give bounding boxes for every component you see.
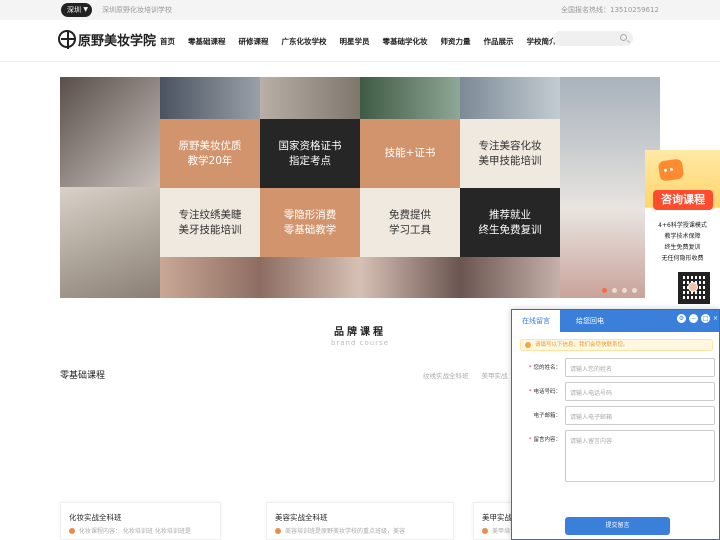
carousel-dots	[602, 288, 642, 293]
consult-line: 终生免费复训	[664, 244, 701, 251]
feature-tile: 专注纹绣美睫 美牙技能培训	[160, 188, 260, 257]
close-icon[interactable]: ×	[711, 314, 720, 323]
search-icon[interactable]	[620, 34, 627, 41]
nav-item-teachers[interactable]: 师资力量	[441, 36, 471, 47]
search-input[interactable]	[553, 31, 633, 46]
consult-lines: 4+6科学授课模式 教学技术保障 终生免费复训 无任何隐形收费	[645, 220, 720, 264]
site-header: 原野美妆学院 首页 零基础课程 研修课程 广东化妆学校 明星学员 零基础学化妆 …	[0, 20, 720, 62]
consult-line: 4+6科学授课模式	[658, 222, 707, 229]
feature-tiles: 原野美妆优质 教学20年 国家资格证书 指定考点 技能+证书 专注美容化妆 美甲…	[160, 119, 560, 257]
city-selector[interactable]: 深圳 ▼	[61, 3, 92, 17]
nav-item-guangdong-school[interactable]: 广东化妆学校	[282, 36, 327, 47]
minimize-icon[interactable]: −	[689, 314, 698, 323]
banner-photo	[260, 77, 360, 119]
feature-tile: 国家资格证书 指定考点	[260, 119, 360, 188]
main-nav: 首页 零基础课程 研修课程 广东化妆学校 明星学员 零基础学化妆 师资力量 作品…	[160, 36, 570, 47]
qr-code	[676, 270, 712, 310]
hotline-text: 全国报名热线：13510259612	[561, 6, 659, 14]
consult-line: 教学技术保障	[664, 233, 701, 240]
nav-item-star-students[interactable]: 明星学员	[340, 36, 370, 47]
feature-tile: 免费提供 学习工具	[360, 188, 460, 257]
field-label: 电子邮箱：	[533, 413, 561, 419]
avatar	[688, 282, 698, 292]
message-textarea[interactable]: 请输入留言内容	[565, 430, 715, 482]
carousel-dot[interactable]	[602, 288, 607, 293]
city-label: 深圳	[67, 6, 81, 14]
nav-item-works[interactable]: 作品展示	[484, 36, 514, 47]
email-field[interactable]: 请输入电子邮箱	[565, 406, 715, 425]
course-card-title: 美容实战全科班	[275, 513, 328, 522]
course-tabs: 纹绣实战全科班 美甲实战	[423, 370, 521, 380]
banner-photo	[160, 77, 260, 119]
phone-field[interactable]: 请输入电话号码	[565, 382, 715, 401]
info-notice: 请填写以下信息，我们会尽快联系您。	[520, 339, 713, 351]
tab-embroidery[interactable]: 纹绣实战全科班	[423, 370, 469, 380]
site-logo[interactable]: 原野美妆学院	[58, 30, 162, 52]
widget-tab-bar: 在线留言 给您回电 ⚙ − □ ×	[512, 310, 719, 332]
course-card-title: 美甲实战	[482, 513, 512, 522]
nav-item-advanced-courses[interactable]: 研修课程	[239, 36, 269, 47]
chat-bubble-icon	[657, 158, 685, 182]
banner-photo	[60, 187, 160, 298]
hero-banner[interactable]: 原野美妆优质 教学20年 国家资格证书 指定考点 技能+证书 专注美容化妆 美甲…	[60, 77, 660, 298]
nav-item-learn-makeup[interactable]: 零基础学化妆	[383, 36, 428, 47]
carousel-dot[interactable]	[612, 288, 617, 293]
feature-tile: 推荐就业 终生免费复训	[460, 188, 560, 257]
tab-nail[interactable]: 美甲实战	[482, 370, 508, 380]
submit-message-button[interactable]: 提交留言	[565, 517, 670, 535]
consult-line: 无任何隐形收费	[661, 255, 704, 262]
tab-callback[interactable]: 给您回电	[576, 316, 604, 326]
feature-tile: 原野美妆优质 教学20年	[160, 119, 260, 188]
tab-online-message[interactable]: 在线留言	[512, 310, 560, 332]
banner-photo	[460, 77, 560, 119]
course-card-desc: 美容培训班是原野美妆学校的重点班级，美容	[275, 526, 405, 535]
carousel-dot[interactable]	[622, 288, 627, 293]
feature-tile: 技能+证书	[360, 119, 460, 188]
banner-photo	[160, 257, 560, 298]
field-label: * 电话号码：	[528, 389, 561, 395]
settings-icon[interactable]: ⚙	[677, 314, 686, 323]
course-card[interactable]: 美容实战全科班 美容培训班是原野美妆学校的重点班级，美容	[266, 502, 454, 540]
carousel-dot[interactable]	[632, 288, 637, 293]
banner-photo	[360, 77, 460, 119]
message-widget: 在线留言 给您回电 ⚙ − □ × 请填写以下信息，我们会尽快联系您。 * 您的姓…	[511, 309, 720, 540]
feature-tile: 零隐形消费 零基础教学	[260, 188, 360, 257]
banner-photo	[60, 77, 160, 187]
chevron-down-icon: ▼	[83, 6, 88, 13]
beginner-course-title: 零基础课程	[60, 371, 106, 381]
nav-item-beginner-courses[interactable]: 零基础课程	[188, 36, 226, 47]
feature-tile: 专注美容化妆 美甲技能培训	[460, 119, 560, 188]
course-card-title: 化妆实战全科班	[69, 513, 122, 522]
course-card-desc: 化妆课程内容： 化妆培训班 化妆培训班是	[69, 526, 191, 535]
field-label: * 您的姓名：	[528, 365, 561, 371]
name-field[interactable]: 请输入您的姓名	[565, 358, 715, 377]
field-label: * 留言内容：	[528, 437, 561, 443]
nav-item-home[interactable]: 首页	[160, 36, 175, 47]
site-tagline: 深圳原野化妆培训学校	[102, 6, 172, 14]
logo-text: 原野美妆学院	[78, 34, 157, 49]
logo-icon	[58, 30, 76, 49]
maximize-icon[interactable]: □	[701, 314, 710, 323]
consult-heading[interactable]: 咨询课程	[653, 190, 713, 210]
top-bar: 深圳 ▼ 深圳原野化妆培训学校 全国报名热线：13510259612	[0, 0, 720, 20]
nav-item-about[interactable]: 学校简介	[527, 36, 557, 47]
course-card[interactable]: 化妆实战全科班 化妆课程内容： 化妆培训班 化妆培训班是	[60, 502, 221, 540]
